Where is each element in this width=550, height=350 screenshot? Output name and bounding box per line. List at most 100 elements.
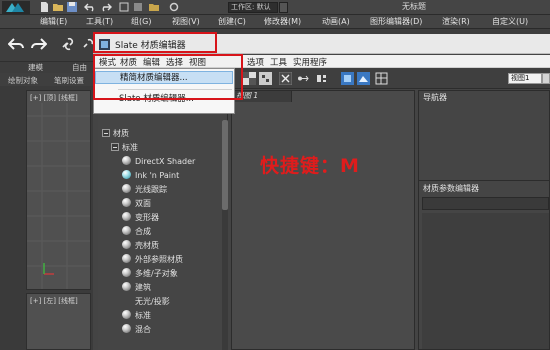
layout-icon[interactable] bbox=[375, 72, 388, 85]
menu-group[interactable]: 组(G) bbox=[131, 16, 151, 27]
group-standard[interactable]: 标准 bbox=[111, 142, 138, 154]
param-title: 材质参数编辑器 bbox=[423, 184, 479, 193]
param-content-area[interactable] bbox=[422, 213, 549, 349]
menu-rendering[interactable]: 渲染(R) bbox=[442, 16, 470, 27]
list-item[interactable]: 标准 bbox=[122, 310, 220, 323]
navigator-title: 导航器 bbox=[423, 93, 447, 102]
menu-edit[interactable]: 编辑(E) bbox=[40, 16, 67, 27]
list-item[interactable]: 光线跟踪 bbox=[122, 184, 220, 197]
browser-scroll-thumb[interactable] bbox=[222, 120, 228, 210]
viewport-left[interactable]: [+] [左] [线框] bbox=[26, 293, 91, 350]
redo-icon[interactable] bbox=[100, 1, 112, 13]
settings-icon[interactable] bbox=[168, 1, 180, 13]
collapse-icon[interactable] bbox=[111, 143, 119, 151]
slate-menu-tools[interactable]: 工具 bbox=[270, 56, 287, 68]
menu-views[interactable]: 视图(V) bbox=[172, 16, 200, 27]
save-icon[interactable] bbox=[66, 1, 78, 13]
menu-tools[interactable]: 工具(T) bbox=[86, 16, 113, 27]
list-item[interactable]: 混合 bbox=[122, 324, 220, 337]
host-menubar: 编辑(E) 工具(T) 组(G) 视图(V) 创建(C) 修改器(M) 动画(A… bbox=[0, 15, 550, 29]
fetch-icon[interactable] bbox=[132, 1, 144, 13]
sphere-icon bbox=[122, 268, 131, 277]
param-name-field[interactable] bbox=[422, 197, 549, 210]
list-item[interactable]: 建筑 bbox=[122, 282, 220, 295]
list-item[interactable]: Ink 'n Paint bbox=[122, 170, 220, 183]
group-materials[interactable]: 材质 bbox=[102, 128, 129, 140]
highlight-box-title bbox=[93, 32, 217, 53]
list-item[interactable]: 合成 bbox=[122, 226, 220, 239]
list-item[interactable]: 壳材质 bbox=[122, 240, 220, 253]
material-label: 壳材质 bbox=[135, 241, 159, 250]
list-item[interactable]: 多维/子对象 bbox=[122, 268, 220, 281]
delete-icon[interactable] bbox=[279, 72, 292, 85]
blank-icon bbox=[122, 296, 131, 305]
material-label: 混合 bbox=[135, 325, 151, 334]
material-label: DirectX Shader bbox=[135, 157, 196, 166]
move-children-icon[interactable] bbox=[297, 72, 310, 85]
workspace-select[interactable]: 工作区: 默认 bbox=[228, 2, 278, 13]
window-title: 无标题 bbox=[402, 2, 426, 11]
menu-graph-editors[interactable]: 图形编辑器(D) bbox=[370, 16, 422, 27]
redo-arrow-icon[interactable] bbox=[31, 37, 47, 51]
node-view-panel[interactable]: 视图 1 快捷键：M bbox=[231, 90, 415, 350]
chevron-down-icon[interactable] bbox=[279, 2, 288, 13]
list-item[interactable]: 外部参照材质 bbox=[122, 254, 220, 267]
link-icon[interactable] bbox=[60, 35, 78, 53]
group-standard-label: 标准 bbox=[122, 143, 138, 152]
show-map-icon[interactable] bbox=[341, 72, 354, 85]
sphere-icon bbox=[122, 156, 131, 165]
chevron-down-icon[interactable] bbox=[542, 73, 550, 84]
viewport-left-label[interactable]: [+] [左] [线框] bbox=[30, 296, 78, 306]
hold-icon[interactable] bbox=[118, 1, 130, 13]
material-label: 变形器 bbox=[135, 213, 159, 222]
teal-sphere-icon bbox=[122, 170, 131, 179]
sphere-icon bbox=[122, 184, 131, 193]
open-folder-icon[interactable] bbox=[52, 1, 64, 13]
list-item[interactable]: DirectX Shader bbox=[122, 156, 220, 169]
new-file-icon[interactable] bbox=[38, 1, 50, 13]
material-label: 无光/投影 bbox=[135, 297, 170, 306]
menu-create[interactable]: 创建(C) bbox=[218, 16, 246, 27]
list-item[interactable]: 变形器 bbox=[122, 212, 220, 225]
list-item[interactable]: 双面 bbox=[122, 198, 220, 211]
menu-modifiers[interactable]: 修改器(M) bbox=[264, 16, 301, 27]
sphere-icon bbox=[122, 226, 131, 235]
viewport-grid bbox=[27, 103, 90, 289]
collapse-icon[interactable] bbox=[102, 129, 110, 137]
sphere-icon bbox=[122, 282, 131, 291]
sphere-icon bbox=[122, 324, 131, 333]
viewport-left-strip bbox=[0, 86, 26, 350]
slate-menu-options[interactable]: 选项 bbox=[247, 56, 264, 68]
ribbon-tab-freeform[interactable]: 自由 bbox=[72, 62, 87, 73]
view-select[interactable]: 视图1 bbox=[508, 73, 542, 84]
shortcut-annotation: 快捷键：M bbox=[260, 155, 360, 177]
sphere-icon bbox=[122, 198, 131, 207]
menu-animation[interactable]: 动画(A) bbox=[322, 16, 350, 27]
ribbon-tab-modeling[interactable]: 建模 bbox=[28, 62, 43, 73]
material-label: 光线跟踪 bbox=[135, 185, 167, 194]
app-logo-icon[interactable] bbox=[2, 1, 30, 14]
menu-customize[interactable]: 自定义(U) bbox=[492, 16, 528, 27]
paint-objects-button[interactable]: 绘制对象 bbox=[8, 75, 38, 86]
checker-icon[interactable] bbox=[243, 72, 256, 85]
checker-grid-icon[interactable] bbox=[259, 72, 272, 85]
material-browser-panel: 材质 标准 DirectX Shader Ink 'n Paint 光线跟踪 双… bbox=[98, 90, 228, 350]
sphere-icon bbox=[122, 310, 131, 319]
show-background-icon[interactable] bbox=[357, 72, 370, 85]
group-materials-label: 材质 bbox=[113, 129, 129, 138]
brush-settings-button[interactable]: 笔刷设置 bbox=[54, 75, 84, 86]
material-label: Ink 'n Paint bbox=[135, 171, 180, 180]
slate-menu-utilities[interactable]: 实用程序 bbox=[293, 56, 327, 68]
material-label: 双面 bbox=[135, 199, 151, 208]
undo-arrow-icon[interactable] bbox=[8, 37, 24, 51]
material-label: 外部参照材质 bbox=[135, 255, 183, 264]
host-titlebar: 工作区: 默认 无标题 bbox=[0, 0, 550, 15]
sphere-icon bbox=[122, 240, 131, 249]
project-folder-icon[interactable] bbox=[148, 1, 160, 13]
navigator-panel[interactable]: 导航器 bbox=[418, 90, 550, 182]
list-item[interactable]: 无光/投影 bbox=[122, 296, 220, 309]
hide-unused-icon[interactable] bbox=[315, 72, 328, 85]
axis-gizmo-icon bbox=[43, 263, 54, 275]
undo-icon[interactable] bbox=[84, 1, 96, 13]
viewport-top[interactable]: [+] [顶] [线框] bbox=[26, 90, 91, 290]
